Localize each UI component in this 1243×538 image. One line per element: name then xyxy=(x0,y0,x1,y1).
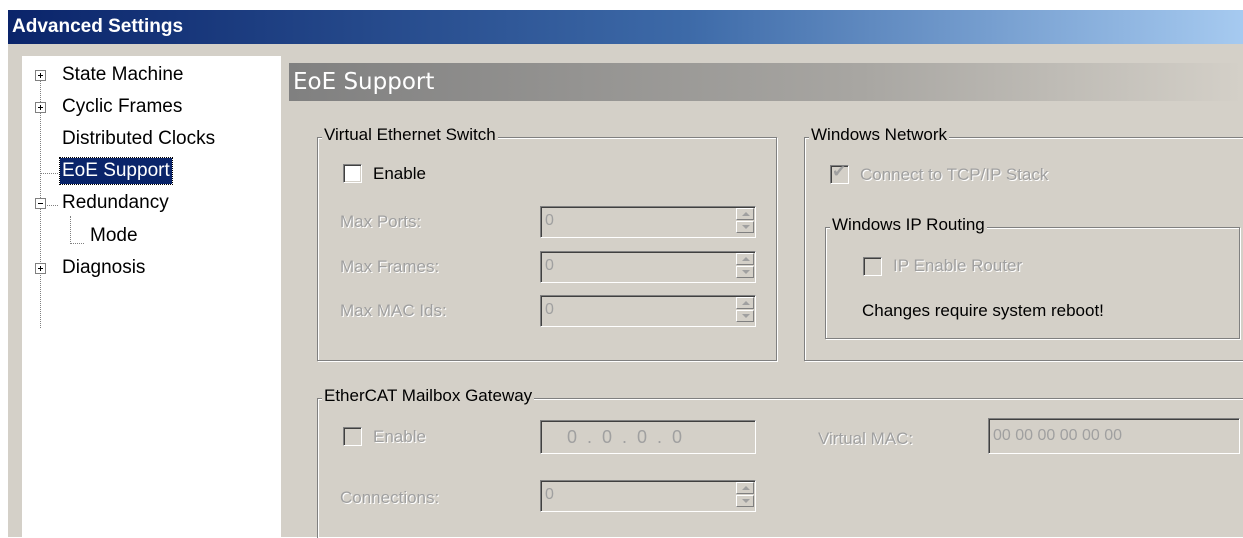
gateway-ip-field[interactable]: 0 . 0 . 0 . 0 xyxy=(540,420,756,454)
spin-buttons[interactable] xyxy=(736,297,754,323)
max-mac-ids-label: Max MAC Ids: xyxy=(340,301,447,320)
expand-plus-icon[interactable] xyxy=(35,70,46,81)
tree-item-label: Redundancy xyxy=(62,192,169,213)
connect-tcpip-label: Connect to TCP/IP Stack xyxy=(860,165,1049,184)
spin-up-icon[interactable] xyxy=(736,482,754,494)
expand-plus-icon[interactable] xyxy=(35,102,46,113)
max-mac-ids-spinbox[interactable]: 0 xyxy=(540,295,756,327)
collapse-minus-icon[interactable] xyxy=(35,198,46,209)
max-mac-ids-value: 0 xyxy=(545,301,554,318)
windows-ip-routing-group: Windows IP Routing xyxy=(825,215,1240,339)
spin-buttons[interactable] xyxy=(736,208,754,234)
tree-connector-line xyxy=(40,173,58,174)
spin-buttons[interactable] xyxy=(736,253,754,279)
gateway-ip-value: 0 . 0 . 0 . 0 xyxy=(567,427,683,447)
group-legend: EtherCAT Mailbox Gateway xyxy=(322,386,535,406)
panel-title: EoE Support xyxy=(293,69,435,95)
max-ports-value: 0 xyxy=(545,212,554,229)
tree-item-label: EoE Support xyxy=(59,157,173,185)
group-legend: Windows Network xyxy=(809,125,950,145)
tree-connector-line xyxy=(70,216,71,244)
window-title: Advanced Settings xyxy=(12,16,184,37)
spin-up-icon[interactable] xyxy=(736,297,754,309)
switch-enable-label: Enable xyxy=(373,164,426,183)
gateway-enable-label: Enable xyxy=(373,427,426,446)
spin-down-icon[interactable] xyxy=(736,221,754,233)
connect-tcpip-checkbox[interactable]: ✔ xyxy=(830,162,849,184)
expand-plus-icon[interactable] xyxy=(35,263,46,274)
spin-down-icon[interactable] xyxy=(736,266,754,278)
tree-item-label: Cyclic Frames xyxy=(62,96,183,117)
max-frames-spinbox[interactable]: 0 xyxy=(540,251,756,283)
max-frames-label: Max Frames: xyxy=(340,257,440,276)
max-ports-label: Max Ports: xyxy=(340,212,422,231)
group-legend: Virtual Ethernet Switch xyxy=(322,125,498,145)
tree-connector-line xyxy=(70,243,84,244)
checkmark-icon: ✔ xyxy=(832,162,847,181)
virtual-mac-field[interactable]: 00 00 00 00 00 00 xyxy=(988,418,1240,454)
connections-spinbox[interactable]: 0 xyxy=(540,480,756,512)
reboot-note: Changes require system reboot! xyxy=(862,301,1104,320)
spin-up-icon[interactable] xyxy=(736,253,754,265)
connections-value: 0 xyxy=(545,486,554,503)
ip-enable-router-label: IP Enable Router xyxy=(893,256,1023,275)
max-frames-value: 0 xyxy=(545,257,554,274)
virtual-mac-value: 00 00 00 00 00 00 xyxy=(993,427,1123,444)
tree-item-label: Diagnosis xyxy=(62,257,146,278)
panel-header: EoE Support xyxy=(289,63,1243,101)
connections-label: Connections: xyxy=(340,488,440,507)
tree-item-label: State Machine xyxy=(62,64,184,85)
spin-up-icon[interactable] xyxy=(736,208,754,220)
settings-tree[interactable]: State Machine Cyclic Frames Distributed … xyxy=(22,56,281,537)
tree-item-label: Mode xyxy=(90,225,138,246)
ip-enable-router-checkbox[interactable] xyxy=(863,257,882,276)
group-legend: Windows IP Routing xyxy=(830,215,987,235)
gateway-enable-checkbox[interactable] xyxy=(343,427,362,446)
tree-item-label: Distributed Clocks xyxy=(62,128,216,149)
spin-down-icon[interactable] xyxy=(736,495,754,507)
spin-buttons[interactable] xyxy=(736,482,754,508)
max-ports-spinbox[interactable]: 0 xyxy=(540,206,756,238)
spin-down-icon[interactable] xyxy=(736,310,754,322)
virtual-mac-label: Virtual MAC: xyxy=(818,429,914,448)
window-titlebar: Advanced Settings xyxy=(8,10,1243,44)
switch-enable-checkbox[interactable] xyxy=(343,164,362,183)
